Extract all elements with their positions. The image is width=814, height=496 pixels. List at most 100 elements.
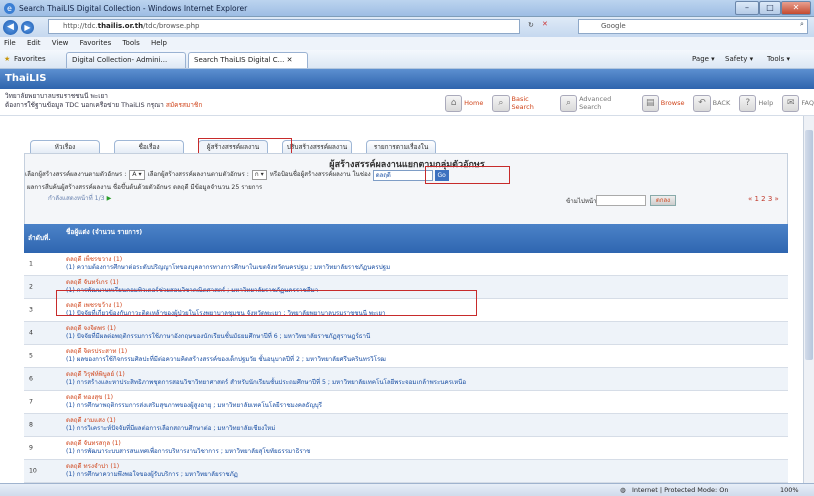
globe-icon: ◍: [620, 486, 626, 494]
minimize-button[interactable]: –: [735, 1, 759, 15]
basic-search-icon[interactable]: ⌕: [492, 94, 510, 112]
safety-menu[interactable]: Safety ▾: [725, 50, 753, 68]
menu-favorites[interactable]: Favorites: [80, 39, 112, 47]
nav-back[interactable]: BACK: [713, 99, 731, 107]
url-field[interactable]: http://tdc.thailis.or.th/tdc/browse.php: [48, 19, 520, 34]
title-link[interactable]: (1) การสร้างและหาประสิทธิภาพชุดการสอนวิช…: [66, 379, 788, 387]
menu-tools[interactable]: Tools: [122, 39, 139, 47]
faq-icon[interactable]: ✉: [782, 94, 800, 112]
pagination[interactable]: « 1 2 3 »: [748, 195, 779, 203]
row-number: 1: [29, 260, 33, 268]
forward-arrow-icon[interactable]: ▶: [21, 20, 34, 34]
tab-search-thailis[interactable]: Search ThaiLIS Digital C... ✕: [188, 52, 308, 68]
row-number: 8: [29, 421, 33, 429]
row-number: 5: [29, 352, 33, 360]
col-author-label: ชื่อผู้แต่ง (จำนวน รายการ): [66, 228, 143, 236]
table-row: 10 ดลฤดี ทรงจำปา (1) (1) การศึกษาความพึงพอ…: [24, 460, 788, 483]
row-number: 9: [29, 444, 33, 452]
title-link[interactable]: (1) การศึกษาความพึงพอใจของผู้รับบริการ ;…: [66, 471, 788, 479]
institution-note: ต้องการใช้ฐานข้อมูล TDC นอกเครือข่าย Tha…: [5, 101, 164, 109]
page-info: กำลังแสดงหน้าที่ 1/3 ▶: [48, 195, 112, 202]
highlight-row-3: [56, 290, 477, 316]
author-link[interactable]: ดลฤดี วิรุฬห์พิบูลย์ (1): [66, 371, 788, 379]
title-link[interactable]: (1) การวิเคราะห์ปัจจัยที่มีผลต่อการเลือก…: [66, 425, 788, 433]
nav-help[interactable]: Help: [758, 99, 773, 107]
author-link[interactable]: ดลฤดี จงจิตพร (1): [66, 325, 788, 333]
favorites-bar: ★ Favorites Digital Collection- Admini..…: [0, 50, 814, 69]
back-icon[interactable]: ↶: [693, 94, 711, 112]
table-row: 1 ดลฤดี เพ็ชรขวาง (1) (1) ความต้องการศึกษา…: [24, 253, 788, 276]
goto-page-input[interactable]: [596, 195, 646, 206]
author-link[interactable]: ดลฤดี จิตรประสาท (1): [66, 348, 788, 356]
table-row: 8 ดลฤดี งามแสง (1) (1) การวิเคราะห์ปัจจัยท…: [24, 414, 788, 437]
search-field[interactable]: Google: [578, 19, 808, 34]
filter-row: เลือกผู้สร้างสรรค์ผลงานตามตัวอักษร : A ▾…: [25, 169, 449, 181]
register-link[interactable]: สมัครสมาชิก: [166, 101, 202, 109]
maximize-button[interactable]: □: [759, 1, 781, 15]
close-window-button[interactable]: ✕: [781, 1, 811, 15]
col-number: ลำดับที่.: [28, 234, 51, 242]
row-number: 4: [29, 329, 33, 337]
tools-menu[interactable]: Tools ▾: [767, 50, 790, 68]
back-arrow-icon[interactable]: ◀: [3, 19, 18, 35]
title-link[interactable]: (1) ความต้องการศึกษาต่อระดับปริญญาโทของบ…: [66, 264, 788, 272]
stop-icon[interactable]: ✕: [542, 20, 548, 28]
nav-advanced-search[interactable]: Advanced Search: [579, 95, 633, 111]
search-icon[interactable]: ⌕: [800, 20, 804, 29]
menu-file[interactable]: File: [4, 39, 16, 47]
filter-label-latin: เลือกผู้สร้างสรรค์ผลงานตามตัวอักษร :: [25, 171, 127, 178]
site-logo[interactable]: ThaiLIS: [0, 69, 814, 89]
author-link[interactable]: ดลฤดี ทองสุข (1): [66, 394, 788, 402]
menu-view[interactable]: View: [52, 39, 69, 47]
refresh-icon[interactable]: ↻: [528, 21, 534, 29]
page-menu[interactable]: Page ▾: [692, 50, 715, 68]
results-table: 1 ดลฤดี เพ็ชรขวาง (1) (1) ความต้องการศึกษา…: [24, 253, 788, 483]
nav-faq[interactable]: FAQ: [801, 99, 814, 107]
row-number: 6: [29, 375, 33, 383]
author-link[interactable]: ดลฤดี เพ็ชรขวาง (1): [66, 256, 788, 264]
page-scrollbar[interactable]: [803, 116, 814, 483]
nav-browse[interactable]: Browse: [661, 99, 685, 107]
tab-list[interactable]: รายการตามเรื่องใน: [366, 140, 436, 153]
menu-edit[interactable]: Edit: [27, 39, 41, 47]
filter-label-thai: เลือกผู้สร้างสรรค์ผลงานตามตัวอักษร :: [147, 171, 249, 178]
advanced-search-icon[interactable]: ⌕: [559, 94, 578, 112]
table-header: ลำดับที่. ชื่อผู้แต่ง (จำนวน รายการ): [24, 224, 788, 253]
author-link[interactable]: ดลฤดี จันทร์เกร (1): [66, 279, 788, 287]
filter-label-name: หรือป้อนชื่อผู้สร้างสรรค์ผลงาน ในช่อง: [269, 171, 371, 178]
nav-basic-search[interactable]: Basic Search: [512, 95, 551, 111]
tab-title[interactable]: ชื่อเรื่อง: [114, 140, 184, 153]
window-title: Search ThaiLIS Digital Collection - Wind…: [19, 3, 248, 13]
menu-help[interactable]: Help: [151, 39, 167, 47]
author-link[interactable]: ดลฤดี จันทรสกุล (1): [66, 440, 788, 448]
next-page-icon[interactable]: ▶: [107, 195, 112, 202]
creator-name-input[interactable]: ดลฤดี: [372, 169, 433, 181]
favorites-button[interactable]: Favorites: [14, 50, 46, 68]
table-row: 4 ดลฤดี จงจิตพร (1) (1) ปัจจัยที่มีผลต่อพฤ…: [24, 322, 788, 345]
thai-letter-select[interactable]: ก ▾: [251, 170, 267, 180]
row-number: 2: [29, 283, 33, 291]
author-link[interactable]: ดลฤดี งามแสง (1): [66, 417, 788, 425]
tab-contributor[interactable]: ปรับสร้างสรรค์ผลงาน: [282, 140, 352, 153]
help-icon[interactable]: ?: [739, 94, 757, 112]
goto-button[interactable]: ตกลง: [650, 195, 676, 206]
row-number: 3: [29, 306, 33, 314]
row-number: 7: [29, 398, 33, 406]
nav-home[interactable]: Home: [464, 99, 483, 107]
address-bar: ◀ ▶ http://tdc.thailis.or.th/tdc/browse.…: [0, 17, 814, 37]
author-link[interactable]: ดลฤดี ทรงจำปา (1): [66, 463, 788, 471]
title-link[interactable]: (1) การพัฒนาระบบสารสนเทศเพื่อการบริหารงา…: [66, 448, 788, 456]
row-number: 10: [29, 467, 37, 475]
title-link[interactable]: (1) ปัจจัยที่มีผลต่อพฤติกรรมการใช้ภาษาอั…: [66, 333, 788, 341]
tab-digital-collection[interactable]: Digital Collection- Admini...: [66, 52, 186, 68]
zoom-level[interactable]: 100%: [780, 484, 799, 496]
browse-icon[interactable]: ▤: [641, 94, 659, 112]
home-icon[interactable]: ⌂: [445, 94, 463, 112]
ie-logo-icon: e: [4, 2, 15, 14]
title-link[interactable]: (1) ผลของการใช้กิจกรรมศิลปะที่มีต่อความค…: [66, 356, 788, 364]
title-link[interactable]: (1) การศึกษาพฤติกรรมการส่งเสริมสุขภาพของ…: [66, 402, 788, 410]
security-zone[interactable]: Internet | Protected Mode: On: [632, 484, 729, 496]
tab-subject[interactable]: หัวเรื่อง: [30, 140, 100, 153]
menu-bar: File Edit View Favorites Tools Help: [0, 37, 814, 50]
latin-letter-select[interactable]: A ▾: [129, 170, 145, 180]
